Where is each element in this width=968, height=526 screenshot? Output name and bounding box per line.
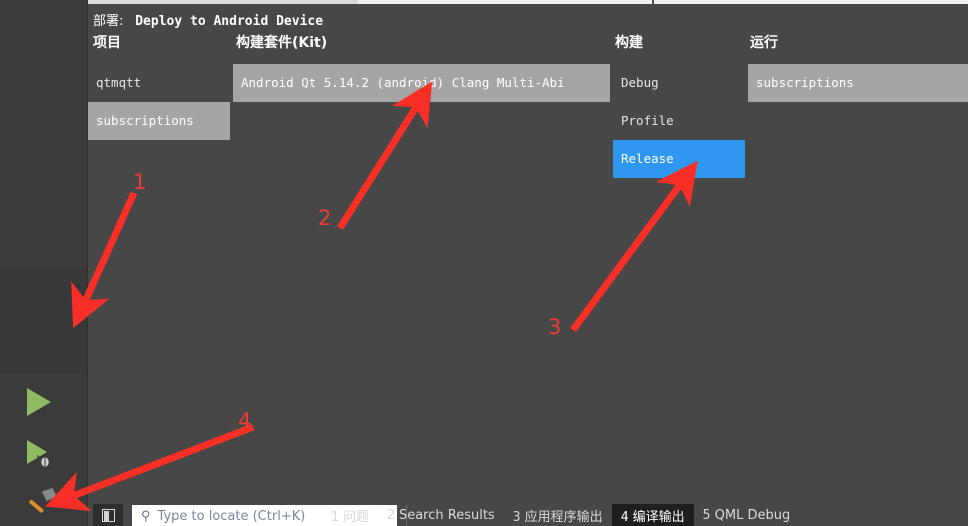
- target-selector-panel: 部署: Deploy to Android Device 项目 构建套件(Kit…: [88, 4, 968, 495]
- application-window: subsc···tions: [0, 0, 968, 526]
- header-run: 运行: [750, 35, 778, 51]
- annotation-number-1: 1: [133, 170, 147, 194]
- tab-label: 问题: [342, 510, 369, 525]
- header-build: 构建: [615, 35, 643, 51]
- bug-icon: [36, 455, 54, 469]
- tab-number: 1: [331, 510, 339, 525]
- tab-label: 编译输出: [632, 510, 685, 525]
- tab-search-results[interactable]: 2 Search Results: [378, 506, 504, 525]
- list-item-build-release[interactable]: Release: [613, 140, 745, 178]
- tab-label: QML Debug: [714, 508, 791, 523]
- play-icon: [27, 388, 51, 416]
- list-item-run[interactable]: subscriptions: [748, 64, 968, 102]
- annotation-number-4: 4: [238, 409, 252, 433]
- list-item-build-profile[interactable]: Profile: [613, 102, 745, 140]
- debug-button[interactable]: [27, 440, 54, 469]
- deploy-label: 部署: Deploy to Android Device: [93, 10, 323, 29]
- tab-issues[interactable]: 1 问题: [322, 504, 378, 526]
- tab-label: 应用程序输出: [524, 510, 603, 525]
- column-kits: Android Qt 5.14.2 (android) Clang Multi-…: [233, 64, 610, 495]
- column-run: subscriptions: [748, 64, 968, 495]
- column-build: Debug Profile Release: [613, 64, 745, 495]
- search-icon: ⚲: [141, 508, 151, 524]
- tab-application-output[interactable]: 3 应用程序输出: [504, 504, 612, 526]
- search-placeholder: Type to locate (Ctrl+K): [157, 508, 306, 524]
- list-item-build-debug[interactable]: Debug: [613, 64, 745, 102]
- header-kits: 构建套件(Kit): [236, 35, 328, 51]
- tab-compile-output[interactable]: 4 编译输出: [611, 504, 694, 526]
- deploy-title: Deploy to Android Device: [135, 14, 324, 29]
- tab-number: 2: [386, 508, 395, 523]
- tab-number: 3: [512, 510, 521, 525]
- annotation-number-2: 2: [318, 206, 332, 230]
- hammer-icon: [29, 487, 58, 513]
- sidebar-toggle-icon[interactable]: [93, 504, 123, 526]
- tab-number: 5: [702, 508, 711, 523]
- header-projects: 项目: [93, 35, 121, 51]
- tab-label: Search Results: [398, 508, 495, 523]
- run-button[interactable]: [27, 388, 51, 416]
- left-activity-bar: subsc···tions: [0, 0, 88, 526]
- build-button[interactable]: [26, 484, 60, 522]
- annotation-number-3: 3: [548, 315, 562, 339]
- tab-qml-debug[interactable]: 5 QML Debug: [694, 506, 800, 525]
- deploy-row: 部署: Deploy to Android Device: [88, 6, 968, 29]
- list-item-project[interactable]: qtmqtt: [88, 64, 230, 102]
- kit-selector[interactable]: subsc···tions: [0, 268, 87, 373]
- column-headers: 项目 构建套件(Kit) 构建 运行: [88, 32, 968, 58]
- list-item-project[interactable]: subscriptions: [88, 102, 230, 140]
- list-item-kit[interactable]: Android Qt 5.14.2 (android) Clang Multi-…: [233, 64, 610, 102]
- column-projects: qtmqtt subscriptions: [88, 64, 230, 495]
- tab-number: 4: [620, 510, 629, 525]
- deploy-prefix: 部署:: [93, 14, 124, 29]
- output-pane-tabs: 1 问题 2 Search Results 3 应用程序输出 4 编译输出 5 …: [322, 504, 800, 526]
